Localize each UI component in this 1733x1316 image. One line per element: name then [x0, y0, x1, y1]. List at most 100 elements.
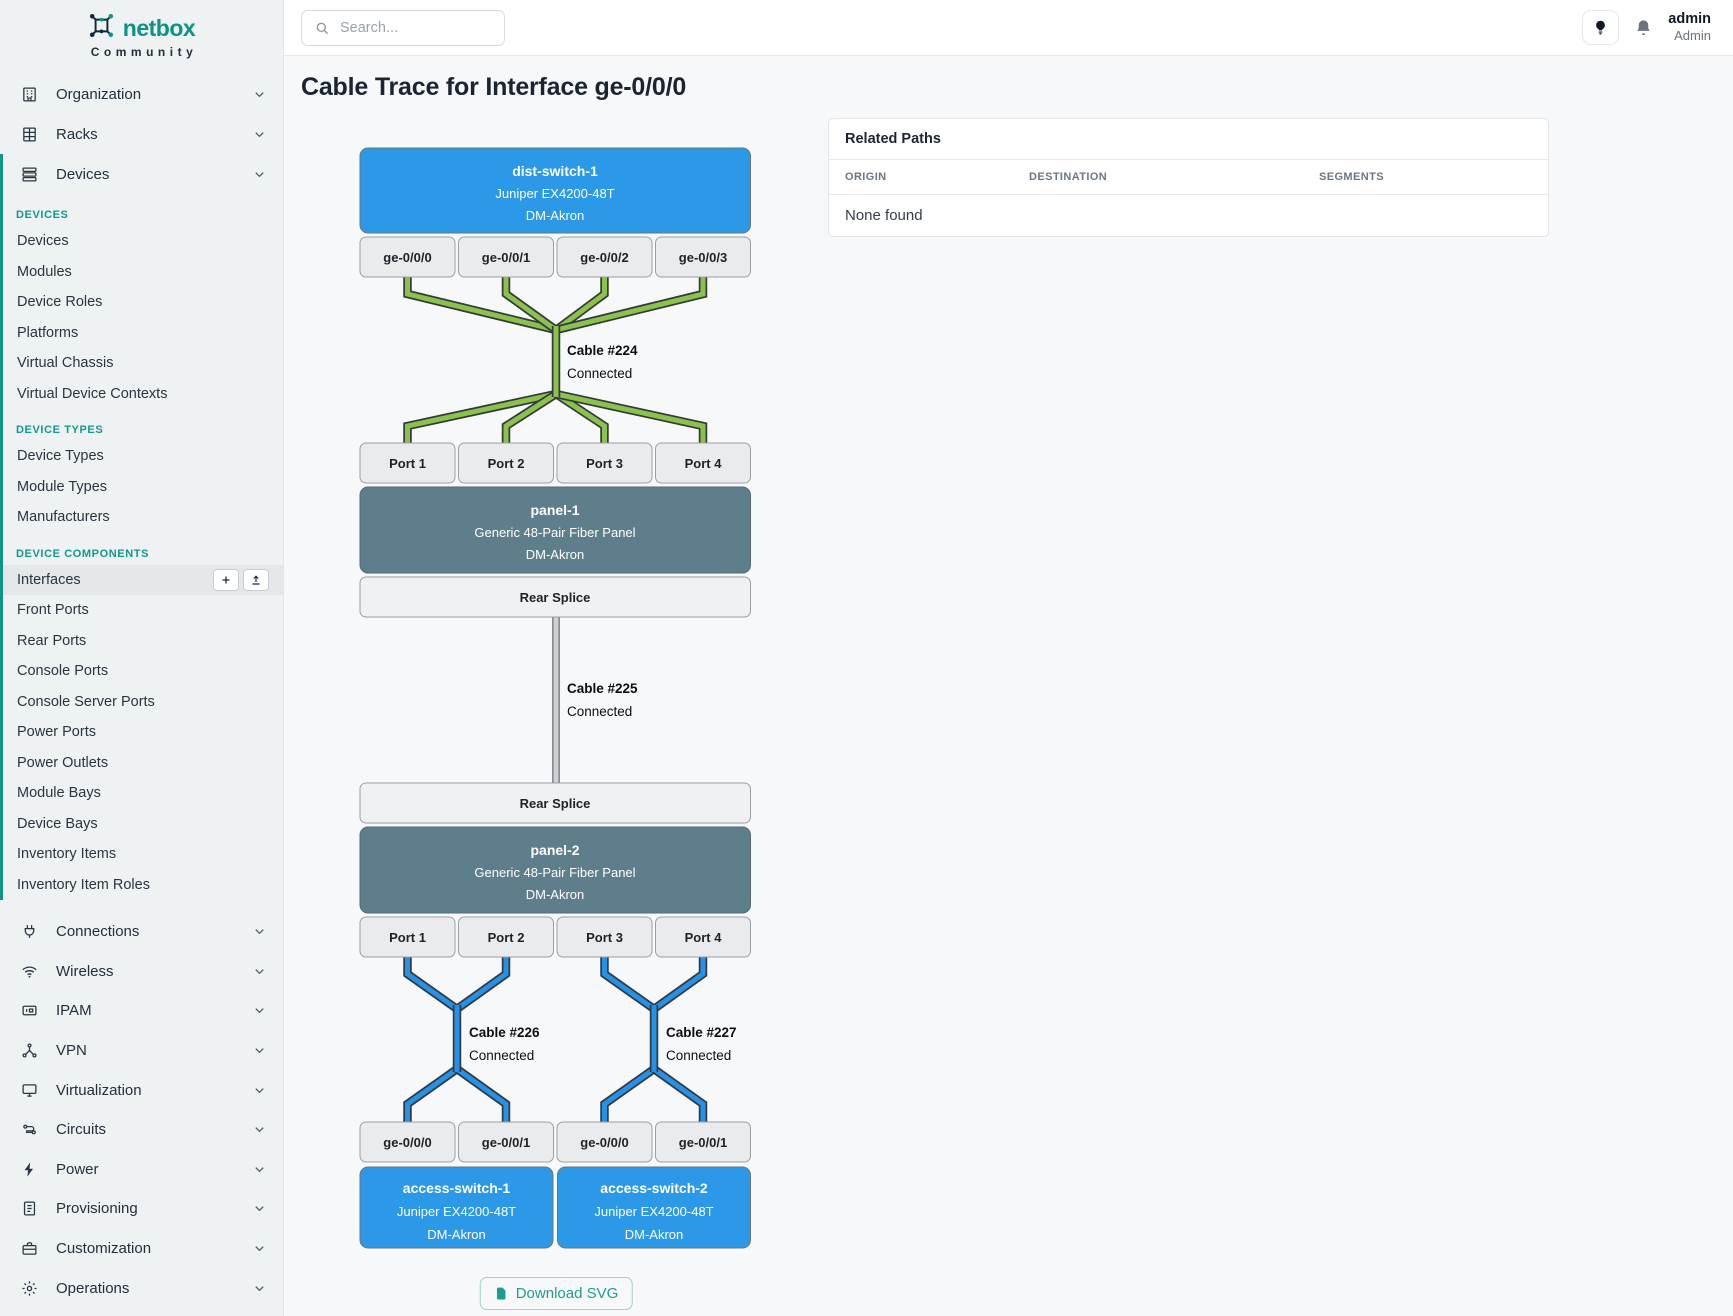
related-paths-title: Related Paths: [829, 119, 1548, 160]
search-input[interactable]: [340, 20, 492, 36]
user-name: admin: [1668, 11, 1711, 28]
cable-label[interactable]: Cable #224: [567, 343, 638, 358]
sidebar-item-power-ports[interactable]: Power Ports: [3, 717, 283, 748]
netbox-logo[interactable]: netbox Community: [0, 0, 283, 66]
monitor-icon: [21, 1082, 38, 1099]
sidebar-item-connections[interactable]: Connections: [0, 912, 283, 952]
sidebar-item-label: Power: [56, 1161, 99, 1178]
table-row: None found: [829, 195, 1550, 237]
device-model: Juniper EX4200-48T: [495, 186, 614, 201]
page-title: Cable Trace for Interface ge-0/0/0: [301, 73, 686, 102]
sidebar-item-inventory-items[interactable]: Inventory Items: [3, 839, 283, 870]
import-interfaces-button[interactable]: [243, 569, 269, 591]
chevron-down-icon: [252, 1201, 267, 1216]
device-name: dist-switch-1: [512, 163, 598, 179]
sidebar-item-provisioning[interactable]: Provisioning: [0, 1189, 283, 1229]
sidebar-item-device-roles[interactable]: Device Roles: [3, 287, 283, 318]
sidebar-item-label: Interfaces: [17, 572, 81, 588]
cable-label[interactable]: Cable #226: [469, 1025, 540, 1040]
chevron-down-icon: [252, 1241, 267, 1256]
document-icon: [21, 1200, 38, 1217]
sidebar-item-circuits[interactable]: Circuits: [0, 1110, 283, 1150]
top-bar: admin Admin: [284, 0, 1733, 56]
sidebar-item-power-outlets[interactable]: Power Outlets: [3, 748, 283, 779]
device-site: DM-Akron: [526, 208, 585, 223]
file-icon: [494, 1286, 509, 1301]
global-search[interactable]: [301, 10, 505, 46]
main-content: Cable Trace for Interface ge-0/0/0 Relat…: [284, 56, 1733, 1316]
chevron-down-icon: [252, 1122, 267, 1137]
device-model: Juniper EX4200-48T: [397, 1204, 516, 1219]
sidebar-item-device-types[interactable]: Device Types: [3, 441, 283, 472]
sidebar-item-manufacturers[interactable]: Manufacturers: [3, 502, 283, 533]
port-label: Port 4: [685, 456, 723, 471]
server-stack-icon: [21, 166, 38, 183]
add-interface-button[interactable]: [213, 569, 239, 591]
sidebar-item-device-bays[interactable]: Device Bays: [3, 809, 283, 840]
search-icon: [314, 20, 330, 36]
column-header-segments: SEGMENTS: [1303, 160, 1550, 195]
sidebar-item-power[interactable]: Power: [0, 1150, 283, 1190]
sidebar-item-label: IPAM: [56, 1002, 92, 1019]
port-label: ge-0/0/2: [580, 250, 628, 265]
port-label: ge-0/0/1: [482, 250, 530, 265]
sidebar-item-platforms[interactable]: Platforms: [3, 318, 283, 349]
sidebar-item-virtual-chassis[interactable]: Virtual Chassis: [3, 348, 283, 379]
port-label: ge-0/0/0: [383, 1135, 431, 1150]
sidebar-item-module-types[interactable]: Module Types: [3, 472, 283, 503]
sidebar-item-organization[interactable]: Organization: [0, 74, 283, 114]
column-header-origin: ORIGIN: [829, 160, 1013, 195]
building-icon: [21, 86, 38, 103]
chevron-down-icon: [252, 1043, 267, 1058]
sidebar-item-devices-list[interactable]: Devices: [3, 226, 283, 257]
sidebar-item-console-ports[interactable]: Console Ports: [3, 656, 283, 687]
sidebar-item-label: Wireless: [56, 963, 114, 980]
device-name: access-switch-2: [600, 1180, 708, 1196]
sidebar-item-virtual-device-contexts[interactable]: Virtual Device Contexts: [3, 379, 283, 410]
sidebar-item-inventory-item-roles[interactable]: Inventory Item Roles: [3, 870, 283, 901]
cable-label[interactable]: Cable #225: [567, 681, 638, 696]
chevron-down-icon: [252, 1162, 267, 1177]
sidebar-item-virtualization[interactable]: Virtualization: [0, 1070, 283, 1110]
sidebar-item-modules[interactable]: Modules: [3, 257, 283, 288]
theme-toggle-button[interactable]: [1582, 10, 1619, 45]
notifications-bell-icon[interactable]: [1634, 18, 1653, 37]
sidebar-item-label: VPN: [56, 1042, 87, 1059]
sidebar-item-label: Provisioning: [56, 1200, 138, 1217]
sidebar-item-interfaces[interactable]: Interfaces: [3, 565, 283, 596]
sidebar-item-vpn[interactable]: VPN: [0, 1031, 283, 1071]
device-site: DM-Akron: [427, 1227, 486, 1242]
section-header-device-types: DEVICE TYPES: [3, 409, 283, 441]
sidebar-devices-open-group: Devices DEVICES Devices Modules Device R…: [0, 154, 283, 900]
lightbulb-icon: [1592, 19, 1609, 36]
sidebar-item-operations[interactable]: Operations: [0, 1268, 283, 1308]
port-label: Port 2: [488, 930, 525, 945]
netbox-logo-icon: [88, 12, 115, 44]
device-site: DM-Akron: [625, 1227, 684, 1242]
lightning-bolt-icon: [21, 1161, 38, 1178]
sidebar-item-console-server-ports[interactable]: Console Server Ports: [3, 687, 283, 718]
user-role: Admin: [1668, 28, 1711, 44]
related-paths-card: Related Paths ORIGIN DESTINATION SEGMENT…: [828, 118, 1549, 237]
sidebar-item-rear-ports[interactable]: Rear Ports: [3, 626, 283, 657]
port-label: Port 1: [389, 456, 426, 471]
sidebar-item-customization[interactable]: Customization: [0, 1229, 283, 1269]
sidebar-item-front-ports[interactable]: Front Ports: [3, 595, 283, 626]
rear-splice-label: Rear Splice: [520, 590, 591, 605]
port-label: Port 4: [685, 930, 723, 945]
sidebar-item-module-bays[interactable]: Module Bays: [3, 778, 283, 809]
sidebar-item-ipam[interactable]: IPAM: [0, 991, 283, 1031]
user-menu[interactable]: admin Admin: [1668, 11, 1711, 44]
sidebar: netbox Community Organization Racks: [0, 0, 284, 1316]
sidebar-item-label: Virtualization: [56, 1082, 142, 1099]
download-svg-button[interactable]: Download SVG: [480, 1277, 633, 1310]
sidebar-item-racks[interactable]: Racks: [0, 114, 283, 154]
port-label: Port 1: [389, 930, 426, 945]
netbox-app: netbox Community Organization Racks: [0, 0, 1733, 1316]
device-name: panel-1: [530, 502, 579, 518]
port-label: Port 2: [488, 456, 525, 471]
sidebar-item-wireless[interactable]: Wireless: [0, 952, 283, 992]
ip-address-icon: [21, 1002, 38, 1019]
cable-label[interactable]: Cable #227: [666, 1025, 737, 1040]
sidebar-item-devices[interactable]: Devices: [3, 154, 283, 194]
